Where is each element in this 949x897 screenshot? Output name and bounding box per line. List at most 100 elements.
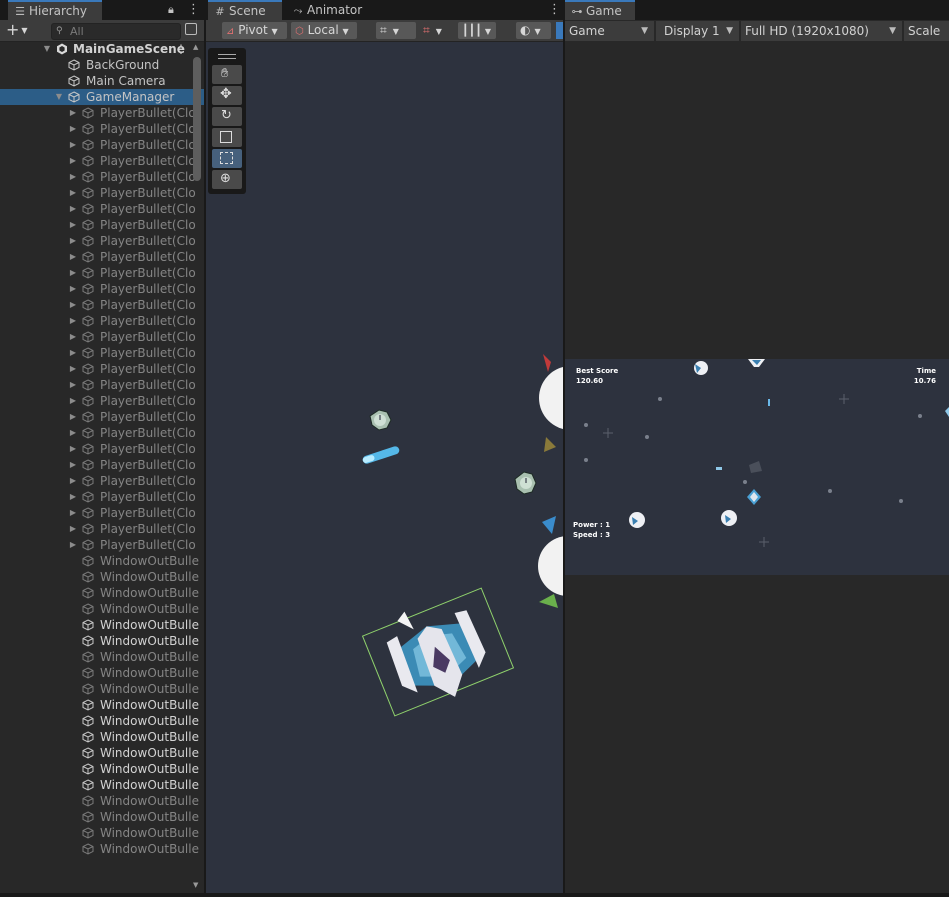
hierarchy-item[interactable]: ▶ PlayerBullet(Clo	[0, 313, 204, 329]
hierarchy-item[interactable]: ▶ PlayerBullet(Clo	[0, 393, 204, 409]
expand-arrow-icon[interactable]: ▶	[68, 409, 78, 425]
hierarchy-item[interactable]: BackGround	[0, 57, 204, 73]
scene-canvas[interactable]	[206, 42, 563, 893]
add-button[interactable]: + ▼	[6, 20, 28, 40]
hierarchy-item[interactable]: WindowOutBulle	[0, 809, 204, 825]
increment-snap-button[interactable]: ⌗ ▼	[419, 22, 454, 39]
tab-animator[interactable]: ⤳ Animator	[286, 0, 376, 20]
hierarchy-item[interactable]: ▶ PlayerBullet(Clo	[0, 249, 204, 265]
scene-menu-icon[interactable]: ⋮	[175, 41, 187, 57]
expand-arrow-icon[interactable]: ▶	[68, 441, 78, 457]
expand-arrow-icon[interactable]: ▶	[68, 137, 78, 153]
hand-tool-button[interactable]: ✋︎	[212, 65, 242, 84]
hierarchy-item[interactable]: WindowOutBulle	[0, 665, 204, 681]
scene-visibility-icon[interactable]	[185, 23, 197, 35]
hierarchy-item[interactable]: ▶ PlayerBullet(Clo	[0, 473, 204, 489]
expand-arrow-icon[interactable]: ▶	[68, 313, 78, 329]
expand-arrow-icon[interactable]: ▶	[68, 521, 78, 537]
hierarchy-item[interactable]: ▶ PlayerBullet(Clo	[0, 265, 204, 281]
expand-arrow-icon[interactable]: ▶	[68, 281, 78, 297]
display-select[interactable]: Display 1 ▼	[656, 21, 739, 41]
enemy-bullet-1[interactable]	[369, 409, 392, 431]
game-frame[interactable]: Best Score 120.60 Time 10.76 Power : 1 S…	[565, 359, 949, 575]
local-toggle[interactable]: ⬡ Local ▼	[291, 22, 357, 39]
hierarchy-item[interactable]: ▼ GameManager	[0, 89, 204, 105]
tools-drag-handle[interactable]	[218, 54, 236, 59]
expand-arrow-icon[interactable]: ▶	[68, 425, 78, 441]
expand-arrow-icon[interactable]: ▶	[68, 217, 78, 233]
hierarchy-item[interactable]: WindowOutBulle	[0, 681, 204, 697]
expand-arrow-icon[interactable]: ▶	[68, 105, 78, 121]
resolution-select[interactable]: Full HD (1920x1080) ▼	[741, 21, 902, 41]
rect-tool-button[interactable]	[212, 149, 242, 168]
game-view-select[interactable]: Game ▼	[565, 21, 654, 41]
expand-arrow-icon[interactable]: ▶	[68, 201, 78, 217]
expand-arrow-icon[interactable]: ▶	[68, 249, 78, 265]
hierarchy-item[interactable]: WindowOutBulle	[0, 793, 204, 809]
hierarchy-item[interactable]: WindowOutBulle	[0, 825, 204, 841]
hierarchy-item[interactable]: WindowOutBulle	[0, 585, 204, 601]
expand-arrow-icon[interactable]: ▶	[68, 121, 78, 137]
hierarchy-menu-icon[interactable]: ⋮	[187, 2, 200, 18]
hierarchy-item[interactable]: WindowOutBulle	[0, 729, 204, 745]
hierarchy-item[interactable]: WindowOutBulle	[0, 649, 204, 665]
hierarchy-item[interactable]: WindowOutBulle	[0, 841, 204, 857]
mode-2d-button[interactable]	[556, 22, 563, 39]
hierarchy-item[interactable]: ▶ PlayerBullet(Clo	[0, 441, 204, 457]
hierarchy-item[interactable]: ▶ PlayerBullet(Clo	[0, 153, 204, 169]
hierarchy-item[interactable]: ▶ PlayerBullet(Clo	[0, 217, 204, 233]
hierarchy-item[interactable]: Main Camera	[0, 73, 204, 89]
expand-arrow-icon[interactable]: ▼	[42, 41, 52, 57]
hierarchy-item[interactable]: ▶ PlayerBullet(Clo	[0, 185, 204, 201]
enemy-ship-partial-bottom[interactable]	[538, 516, 563, 608]
ruler-button[interactable]: ┃┃┃ ▼	[458, 22, 496, 39]
expand-arrow-icon[interactable]: ▼	[54, 89, 64, 105]
expand-arrow-icon[interactable]: ▶	[68, 537, 78, 553]
hierarchy-item[interactable]: ▶ PlayerBullet(Clo	[0, 121, 204, 137]
hierarchy-item[interactable]: ▶ PlayerBullet(Clo	[0, 457, 204, 473]
grid-snap-button[interactable]: ⌗ ▼	[376, 22, 416, 39]
hierarchy-scrollbar[interactable]: ▲ ▼	[192, 43, 202, 889]
hierarchy-item[interactable]: ▶ PlayerBullet(Clo	[0, 329, 204, 345]
enemy-ship-partial-top[interactable]	[539, 354, 563, 452]
hierarchy-item[interactable]: ▶ PlayerBullet(Clo	[0, 521, 204, 537]
expand-arrow-icon[interactable]: ▶	[68, 489, 78, 505]
hierarchy-item[interactable]: ▶ PlayerBullet(Clo	[0, 489, 204, 505]
hierarchy-item[interactable]: ▶ PlayerBullet(Clo	[0, 201, 204, 217]
expand-arrow-icon[interactable]: ▶	[68, 329, 78, 345]
expand-arrow-icon[interactable]: ▶	[68, 153, 78, 169]
hierarchy-item[interactable]: WindowOutBulle	[0, 601, 204, 617]
hierarchy-item[interactable]: WindowOutBulle	[0, 761, 204, 777]
rotate-tool-button[interactable]: ↻	[212, 107, 242, 126]
lock-icon[interactable]: 🔒︎	[168, 3, 174, 17]
hierarchy-item[interactable]: ▶ PlayerBullet(Clo	[0, 105, 204, 121]
scrollbar-thumb[interactable]	[193, 57, 201, 181]
transform-tool-button[interactable]: ⊕	[212, 170, 242, 189]
hierarchy-item[interactable]: ▶ PlayerBullet(Clo	[0, 233, 204, 249]
hierarchy-item[interactable]: WindowOutBulle	[0, 617, 204, 633]
hierarchy-item[interactable]: ▶ PlayerBullet(Clo	[0, 169, 204, 185]
hierarchy-item[interactable]: WindowOutBulle	[0, 553, 204, 569]
expand-arrow-icon[interactable]: ▶	[68, 361, 78, 377]
hierarchy-item[interactable]: WindowOutBulle	[0, 697, 204, 713]
expand-arrow-icon[interactable]: ▶	[68, 185, 78, 201]
hierarchy-item[interactable]: WindowOutBulle	[0, 569, 204, 585]
player-bullet[interactable]	[362, 445, 401, 464]
hierarchy-item[interactable]: ▶ PlayerBullet(Clo	[0, 409, 204, 425]
tab-game[interactable]: ⊶ Game	[565, 0, 635, 20]
hierarchy-item[interactable]: ▶ PlayerBullet(Clo	[0, 361, 204, 377]
shading-mode-button[interactable]: ◐ ▼	[516, 22, 551, 39]
hierarchy-item[interactable]: ▶ PlayerBullet(Clo	[0, 505, 204, 521]
move-tool-button[interactable]: ✥	[212, 86, 242, 105]
tab-scene[interactable]: # Scene	[208, 0, 282, 20]
hierarchy-item[interactable]: WindowOutBulle	[0, 777, 204, 793]
hierarchy-item[interactable]: WindowOutBulle	[0, 745, 204, 761]
hierarchy-item[interactable]: ▶ PlayerBullet(Clo	[0, 281, 204, 297]
expand-arrow-icon[interactable]: ▶	[68, 393, 78, 409]
hierarchy-item[interactable]: ▶ PlayerBullet(Clo	[0, 137, 204, 153]
scale-tool-button[interactable]	[212, 128, 242, 147]
expand-arrow-icon[interactable]: ▶	[68, 345, 78, 361]
expand-arrow-icon[interactable]: ▶	[68, 169, 78, 185]
tab-hierarchy[interactable]: ☰ Hierarchy	[8, 0, 102, 20]
expand-arrow-icon[interactable]: ▶	[68, 505, 78, 521]
